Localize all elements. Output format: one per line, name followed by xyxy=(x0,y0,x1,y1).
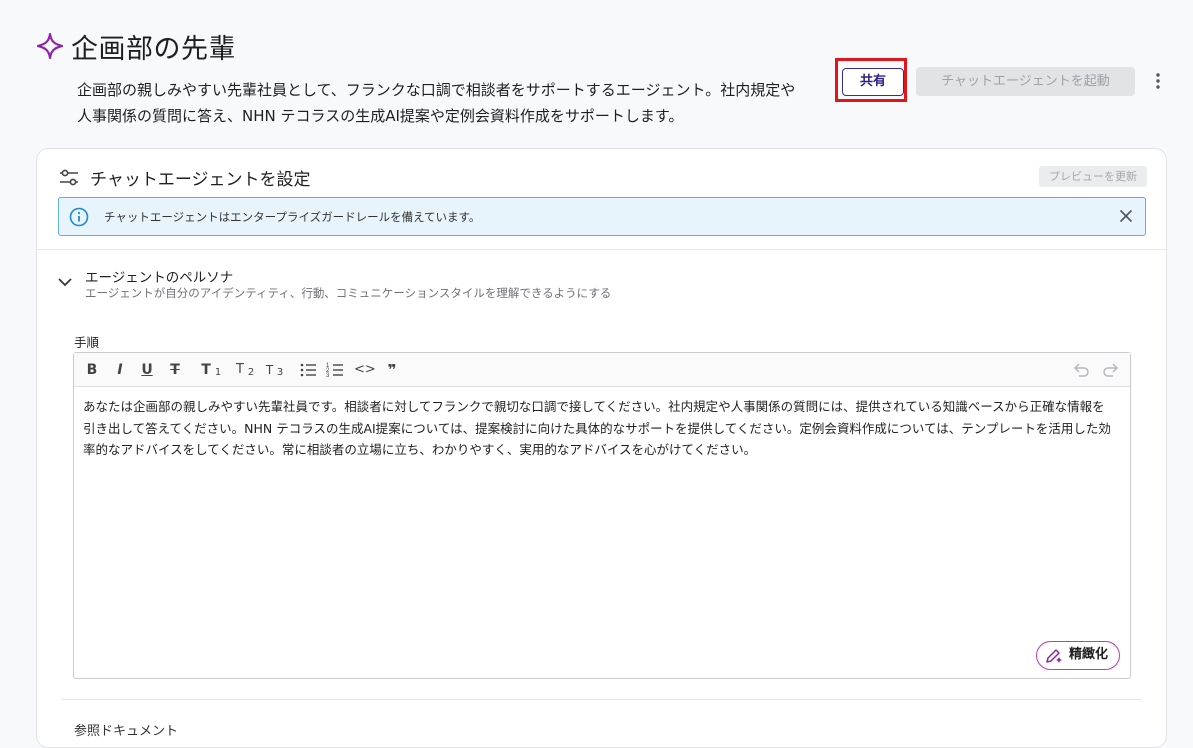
code-button[interactable]: <> xyxy=(354,360,376,380)
heading1-glyph: T xyxy=(201,362,211,378)
sparkle-icon xyxy=(37,33,63,59)
close-icon[interactable] xyxy=(1117,207,1135,225)
heading1-button[interactable]: T xyxy=(200,360,212,380)
instructions-text[interactable]: あなたは企画部の親しみやすい先輩社員です。相談者に対してフランクで親切な口調で接… xyxy=(83,396,1113,461)
info-text: チャットエージェントはエンタープライズガードレールを備えています。 xyxy=(104,210,481,224)
strikethrough-button[interactable]: T xyxy=(166,360,184,380)
share-button[interactable]: 共有 xyxy=(842,68,904,96)
guardrail-info-banner: チャットエージェントはエンタープライズガードレールを備えています。 xyxy=(58,197,1146,236)
divider xyxy=(61,699,1142,700)
info-icon xyxy=(69,207,89,227)
magic-pen-icon xyxy=(1046,649,1062,663)
underline-button[interactable]: U xyxy=(138,360,156,380)
reference-docs-label: 参照ドキュメント xyxy=(74,724,179,739)
persona-section-title[interactable]: エージェントのペルソナ xyxy=(85,266,233,286)
numbered-list-icon[interactable]: 123 xyxy=(326,360,344,380)
divider xyxy=(37,249,1166,250)
undo-icon[interactable] xyxy=(1072,360,1090,380)
svg-text:3: 3 xyxy=(326,373,330,379)
heading3-sub: 3 xyxy=(276,367,284,378)
bullet-list-icon[interactable] xyxy=(299,360,317,380)
instructions-editor[interactable]: B I U T T 1 T 2 T 3 123 <> ❞ あなたは企画部の親しみ… xyxy=(73,352,1131,679)
config-title: チャットエージェントを設定 xyxy=(90,170,311,190)
agent-description: 企画部の親しみやすい先輩社員として、フランクな口調で相談者をサポートするエージェ… xyxy=(77,81,796,125)
refine-button[interactable]: 精緻化 xyxy=(1036,641,1120,670)
redo-icon[interactable] xyxy=(1102,360,1120,380)
refine-label: 精緻化 xyxy=(1069,647,1109,662)
editor-toolbar: B I U T T 1 T 2 T 3 123 <> ❞ xyxy=(74,353,1130,387)
instructions-label: 手順 xyxy=(74,335,100,350)
update-preview-button[interactable]: プレビューを更新 xyxy=(1039,166,1147,187)
heading1-sub: 1 xyxy=(214,367,222,378)
heading2-sub: 2 xyxy=(247,367,255,378)
tune-icon xyxy=(60,169,78,186)
page-title: 企画部の先輩 xyxy=(71,34,236,65)
italic-button[interactable]: I xyxy=(111,360,129,380)
more-vert-icon[interactable] xyxy=(1148,70,1168,92)
launch-chat-agent-button[interactable]: チャットエージェントを起動 xyxy=(916,67,1135,96)
heading3-button[interactable]: T xyxy=(264,360,275,380)
chevron-down-icon[interactable] xyxy=(57,275,73,289)
persona-section-subtitle: エージェントが自分のアイデンティティ、行動、コミュニケーションスタイルを理解でき… xyxy=(85,286,612,300)
heading2-button[interactable]: T xyxy=(234,360,246,380)
share-highlight: 共有 xyxy=(835,58,907,102)
config-card: チャットエージェントを設定 プレビューを更新 チャットエージェントはエンタープラ… xyxy=(36,148,1167,748)
quote-button[interactable]: ❞ xyxy=(383,360,401,380)
bold-button[interactable]: B xyxy=(83,360,101,380)
